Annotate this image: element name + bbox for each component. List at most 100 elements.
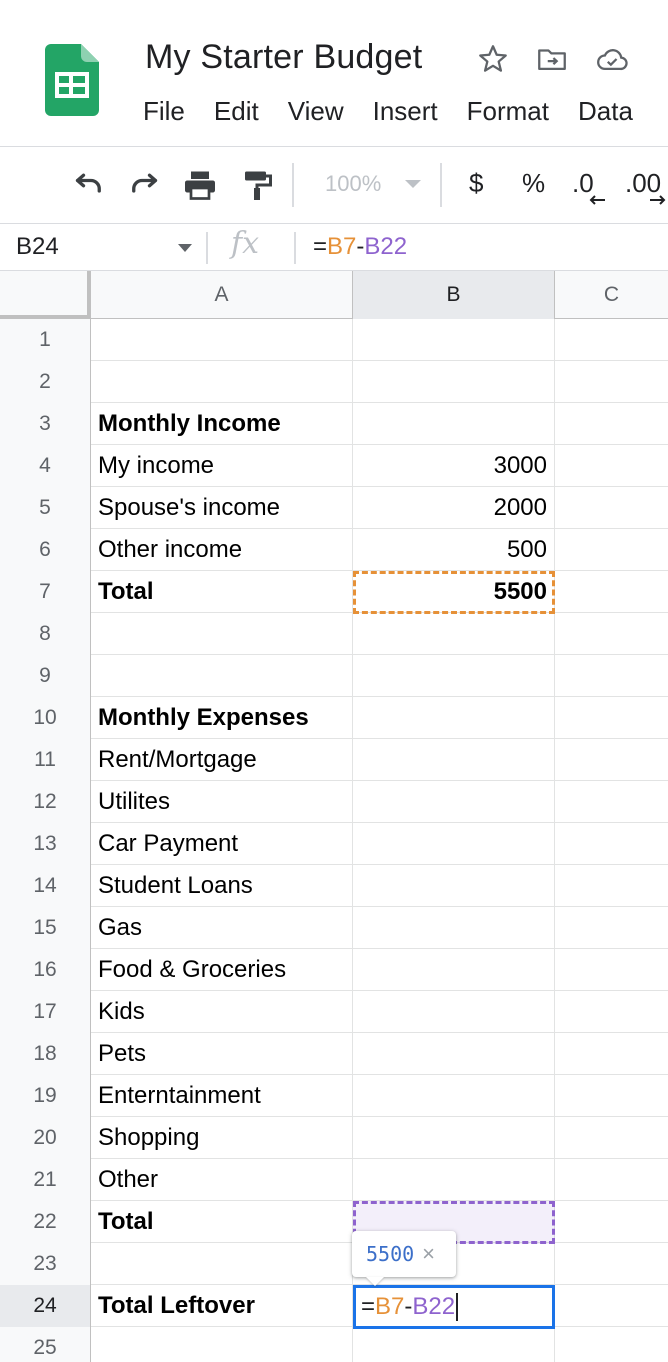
close-icon[interactable]: × (422, 1241, 435, 1267)
cell-b[interactable] (353, 781, 555, 823)
menu-file[interactable]: File (143, 96, 185, 127)
document-title[interactable]: My Starter Budget (145, 38, 422, 77)
row-header[interactable]: 2 (0, 361, 91, 403)
cell-c[interactable] (555, 949, 668, 991)
menu-insert[interactable]: Insert (373, 96, 438, 127)
row-header[interactable]: 10 (0, 697, 91, 739)
row-header[interactable]: 6 (0, 529, 91, 571)
cell-a[interactable] (91, 361, 353, 403)
menu-format[interactable]: Format (467, 96, 549, 127)
cell-a[interactable] (91, 1243, 353, 1285)
cell-b[interactable]: 3000 (353, 445, 555, 487)
cell-b[interactable] (353, 1327, 555, 1362)
format-percent-button[interactable]: % (522, 168, 545, 199)
cell-c[interactable] (555, 1201, 668, 1243)
cell-c[interactable] (555, 739, 668, 781)
cell-a[interactable]: Total Leftover (91, 1285, 353, 1327)
zoom-select[interactable]: 100% (325, 171, 381, 197)
row-header[interactable]: 22 (0, 1201, 91, 1243)
cell-b[interactable] (353, 1159, 555, 1201)
row-header[interactable]: 3 (0, 403, 91, 445)
cell-c[interactable] (555, 865, 668, 907)
name-box[interactable]: B24 (16, 233, 59, 261)
cell-b[interactable] (353, 1075, 555, 1117)
cell-a[interactable]: Enterntainment (91, 1075, 353, 1117)
row-header[interactable]: 9 (0, 655, 91, 697)
cell-a[interactable]: Car Payment (91, 823, 353, 865)
row-header[interactable]: 19 (0, 1075, 91, 1117)
cell-c[interactable] (555, 1117, 668, 1159)
cell-a[interactable]: Gas (91, 907, 353, 949)
cell-b[interactable] (353, 1117, 555, 1159)
cell-b[interactable] (353, 319, 555, 361)
cell-b[interactable] (353, 613, 555, 655)
active-cell-editor[interactable]: = B7- B22 (353, 1285, 555, 1329)
cell-a[interactable]: Monthly Expenses (91, 697, 353, 739)
cell-a[interactable]: Monthly Income (91, 403, 353, 445)
cell-a[interactable]: Total (91, 1201, 353, 1243)
cell-c[interactable] (555, 571, 668, 613)
cell-b[interactable] (353, 697, 555, 739)
cell-c[interactable] (555, 1159, 668, 1201)
cell-c[interactable] (555, 907, 668, 949)
row-header[interactable]: 20 (0, 1117, 91, 1159)
cell-c[interactable] (555, 1285, 668, 1327)
row-header[interactable]: 18 (0, 1033, 91, 1075)
select-all-corner[interactable] (0, 271, 91, 319)
cell-c[interactable] (555, 361, 668, 403)
cell-a[interactable]: Spouse's income (91, 487, 353, 529)
formula-input[interactable]: =B7-B22 (313, 233, 407, 261)
cell-c[interactable] (555, 1033, 668, 1075)
cell-b[interactable] (353, 865, 555, 907)
row-header[interactable]: 7 (0, 571, 91, 613)
row-header[interactable]: 15 (0, 907, 91, 949)
cell-a[interactable]: Other (91, 1159, 353, 1201)
cell-a[interactable]: Pets (91, 1033, 353, 1075)
chevron-down-icon[interactable] (177, 243, 193, 253)
cell-c[interactable] (555, 823, 668, 865)
cell-c[interactable] (555, 613, 668, 655)
row-header[interactable]: 21 (0, 1159, 91, 1201)
cell-c[interactable] (555, 781, 668, 823)
column-header-c[interactable]: C (555, 271, 668, 319)
cell-b[interactable] (353, 823, 555, 865)
row-header[interactable]: 8 (0, 613, 91, 655)
row-header[interactable]: 16 (0, 949, 91, 991)
row-header[interactable]: 11 (0, 739, 91, 781)
cell-c[interactable] (555, 319, 668, 361)
cell-b[interactable]: 500 (353, 529, 555, 571)
cell-b[interactable] (353, 361, 555, 403)
cell-a[interactable]: Other income (91, 529, 353, 571)
format-currency-button[interactable]: $ (469, 168, 483, 199)
cell-c[interactable] (555, 1075, 668, 1117)
cell-b[interactable]: 2000 (353, 487, 555, 529)
move-to-folder-icon[interactable] (535, 42, 569, 76)
row-header[interactable]: 23 (0, 1243, 91, 1285)
cell-b[interactable] (353, 739, 555, 781)
column-header-b[interactable]: B (353, 271, 555, 319)
menu-data[interactable]: Data (578, 96, 633, 127)
paint-format-icon[interactable] (239, 167, 275, 203)
cell-a[interactable] (91, 319, 353, 361)
cell-c[interactable] (555, 529, 668, 571)
row-header[interactable]: 24 (0, 1285, 91, 1327)
cell-a[interactable]: Student Loans (91, 865, 353, 907)
cell-a[interactable] (91, 655, 353, 697)
row-header[interactable]: 14 (0, 865, 91, 907)
cell-a[interactable]: Shopping (91, 1117, 353, 1159)
cell-a[interactable]: My income (91, 445, 353, 487)
undo-icon[interactable] (70, 167, 106, 203)
cell-c[interactable] (555, 1327, 668, 1362)
cell-a[interactable] (91, 1327, 353, 1362)
star-icon[interactable] (476, 42, 510, 76)
cell-b[interactable] (353, 907, 555, 949)
row-header[interactable]: 4 (0, 445, 91, 487)
cell-b[interactable] (353, 991, 555, 1033)
cell-b[interactable]: 5500 (353, 571, 555, 613)
cell-b[interactable] (353, 403, 555, 445)
cloud-saved-icon[interactable] (595, 42, 629, 76)
cell-c[interactable] (555, 445, 668, 487)
column-header-a[interactable]: A (91, 271, 353, 319)
cell-c[interactable] (555, 487, 668, 529)
menu-view[interactable]: View (288, 96, 344, 127)
